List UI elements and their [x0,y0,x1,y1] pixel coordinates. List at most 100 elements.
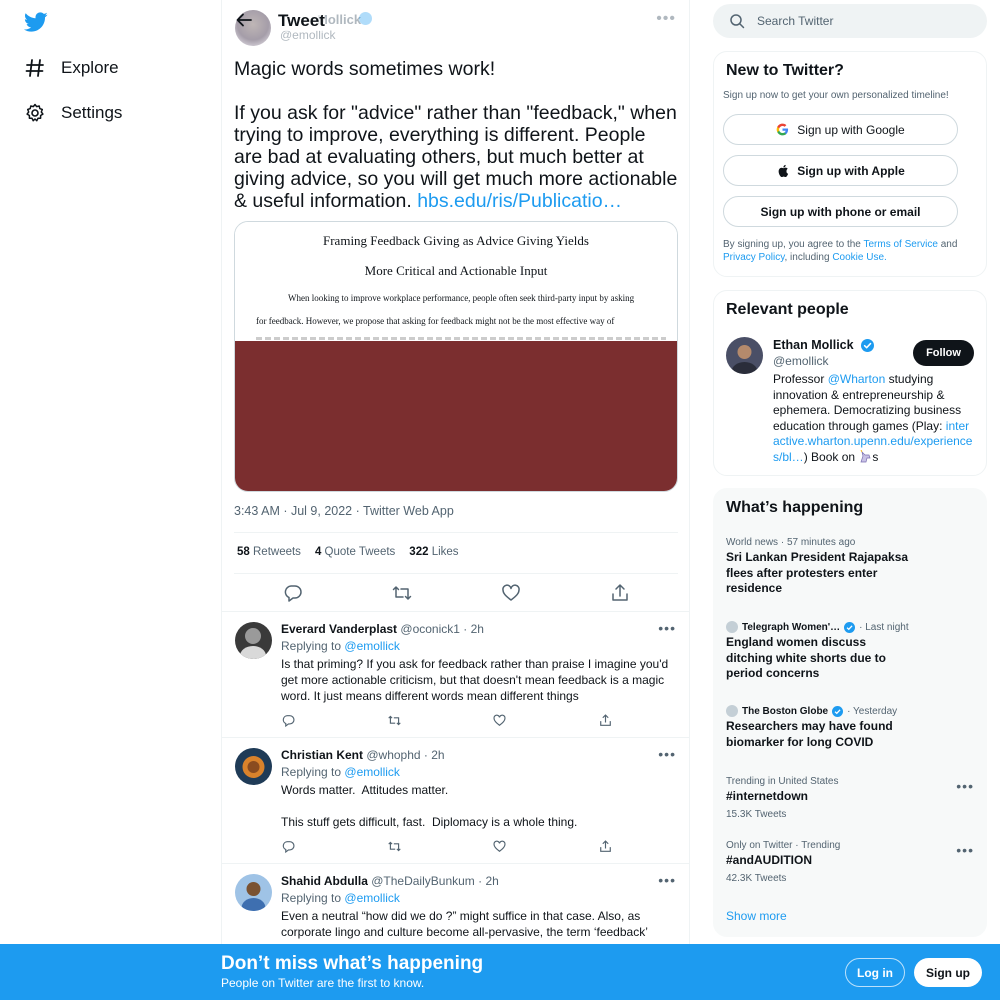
reply-tweet[interactable]: Everard Vanderplast @oconick1 · 2h ••• R… [222,612,689,738]
paper-title-line2: More Critical and Actionable Input [364,263,548,278]
reply-author-name[interactable]: Christian Kent [281,748,363,762]
retweet-icon[interactable] [391,582,413,604]
link-preview-card[interactable]: Framing Feedback Giving as Advice Giving… [234,221,678,492]
signup-google-button[interactable]: Sign up with Google [723,114,958,145]
reply-header: Everard Vanderplast @oconick1 · 2h [281,622,484,636]
reply-text: Words matter. Attitudes matter. This stu… [281,782,673,830]
search-input[interactable] [757,4,977,38]
reply-author-handle[interactable]: @TheDailyBunkum [371,874,475,888]
search-box[interactable] [713,4,987,38]
trend-title: England women discuss ditching white sho… [726,635,886,680]
more-options-icon[interactable]: ••• [956,778,974,794]
source-avatar [726,705,738,717]
source-avatar [726,621,738,633]
reply-icon[interactable] [281,713,296,728]
reply-time[interactable]: · 2h [478,874,499,888]
left-nav: Explore Settings [0,0,221,1000]
search-icon [729,13,745,29]
tweet-link[interactable]: hbs.edu/ris/Publicatio… [417,190,622,212]
retweet-icon[interactable] [387,839,402,854]
quotes-stat[interactable]: 4 Quote Tweets [315,546,395,558]
reply-author-handle[interactable]: @oconick1 [400,622,460,636]
terms-and: and [940,239,958,250]
tweet-meta: 3:43 AM · Jul 9, 2022 · Twitter Web App [234,504,454,518]
trend-title: Sri Lankan President Rajapaksa flees aft… [726,550,909,595]
avatar[interactable] [726,337,763,374]
relevant-people-title: Relevant people [726,301,849,318]
signup-phone-email-label: Sign up with phone or email [760,204,921,219]
likes-stat[interactable]: 322 Likes [409,546,458,558]
share-icon[interactable] [598,839,613,854]
retweets-stat[interactable]: 58 Retweets [237,546,301,558]
banner-subtitle: People on Twitter are the first to know. [221,976,425,990]
reply-author-name[interactable]: Shahid Abdulla [281,874,368,888]
divider [234,532,678,533]
login-button[interactable]: Log in [845,958,905,987]
trend-item[interactable]: The Boston Globe · Yesterday Researchers… [726,705,976,750]
nav-settings[interactable]: Settings [25,98,122,128]
nav-explore[interactable]: Explore [25,53,119,83]
follow-button[interactable]: Follow [913,340,974,366]
whats-happening-title: What’s happening [726,499,864,516]
like-icon[interactable] [500,582,522,604]
like-icon[interactable] [492,713,507,728]
reply-time[interactable]: · 2h [463,622,484,636]
person-handle[interactable]: @emollick [773,354,829,368]
signup-phone-email-button[interactable]: Sign up with phone or email [723,196,958,227]
twitter-bird-icon[interactable] [23,10,48,34]
trend-item[interactable]: World news · 57 minutes ago Sri Lankan P… [726,537,976,597]
like-icon[interactable] [492,839,507,854]
reply-actions [281,713,621,729]
replying-prefix: Replying to [281,891,342,905]
share-icon[interactable] [598,713,613,728]
share-icon[interactable] [609,582,631,604]
person-bio: Professor @Wharton studying innovation &… [773,372,973,465]
main-column: Mollick @emollick Tweet ••• Magic words … [221,0,690,1000]
reply-tweet[interactable]: Christian Kent @whophd · 2h ••• Replying… [222,738,689,864]
trend-item[interactable]: Only on Twitter · Trending #andAUDITION … [726,840,976,884]
signup-banner: Don’t miss what’s happening People on Tw… [0,944,1000,1000]
paper-title-line1: Framing Feedback Giving as Advice Giving… [323,233,589,248]
retweet-icon[interactable] [387,713,402,728]
replying-to-link[interactable]: @emollick [344,765,400,779]
reply-icon[interactable] [281,839,296,854]
signup-apple-button[interactable]: Sign up with Apple [723,155,958,186]
back-arrow-icon[interactable] [235,11,253,29]
bio-text-1: Professor [773,372,825,386]
more-options-icon[interactable]: ••• [658,620,676,636]
reply-author-handle[interactable]: @whophd [366,748,420,762]
trend-title: Researchers may have found biomarker for… [726,719,893,749]
more-options-icon[interactable]: ••• [658,872,676,888]
replying-to-link[interactable]: @emollick [344,639,400,653]
person-name-text: Ethan Mollick [773,338,854,352]
cookie-link[interactable]: Cookie Use. [832,252,886,263]
reply-time[interactable]: · 2h [424,748,445,762]
more-options-icon[interactable]: ••• [656,10,676,28]
show-more-link[interactable]: Show more [726,909,787,923]
google-icon [776,123,789,136]
person-name[interactable]: Ethan Mollick [773,338,878,353]
trend-count: 42.3K Tweets [726,872,787,884]
signup-button[interactable]: Sign up [914,958,982,987]
reply-icon[interactable] [282,582,304,604]
reply-header: Shahid Abdulla @TheDailyBunkum · 2h [281,874,499,888]
whats-happening-panel: What’s happening World news · 57 minutes… [713,488,987,937]
trend-item[interactable]: Telegraph Women'… · Last night England w… [726,621,976,682]
replying-to-link[interactable]: @emollick [344,891,400,905]
tweet-actions [234,582,678,604]
avatar[interactable] [235,622,272,659]
reply-author-name[interactable]: Everard Vanderplast [281,622,397,636]
verified-badge-icon [844,621,856,633]
trend-item[interactable]: Trending in United States #internetdown … [726,776,976,820]
more-options-icon[interactable]: ••• [956,842,974,858]
avatar[interactable] [235,874,272,911]
more-options-icon[interactable]: ••• [658,746,676,762]
bio-mention-link[interactable]: @Wharton [828,372,886,386]
new-to-twitter-panel: New to Twitter? Sign up now to get your … [713,51,987,277]
apple-icon [776,164,789,178]
avatar[interactable] [235,748,272,785]
reply-text-p2: This stuff gets difficult, fast. Diploma… [281,815,578,829]
terms-link[interactable]: Terms of Service [863,239,937,250]
signup-terms: By signing up, you agree to the Terms of… [723,238,973,264]
privacy-link[interactable]: Privacy Policy [723,252,785,263]
